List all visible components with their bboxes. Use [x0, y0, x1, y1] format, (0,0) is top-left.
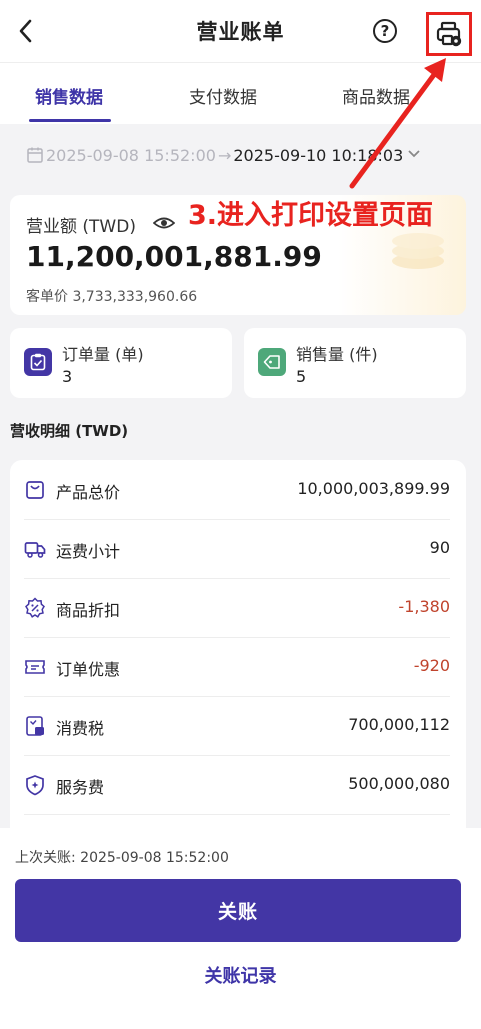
detail-label: 服务费	[56, 778, 105, 797]
product-box-icon	[26, 481, 44, 499]
active-tab-indicator	[29, 119, 111, 122]
date-separator: →	[217, 145, 232, 165]
calendar-icon	[27, 147, 43, 163]
order-count-label: 订单量 (单)	[62, 345, 144, 364]
detail-value: -920	[413, 656, 450, 675]
question-mark-icon: ?	[380, 22, 390, 40]
last-close-info: 上次关账: 2025-09-08 15:52:00	[15, 847, 229, 867]
close-records-link[interactable]: 关账记录	[0, 962, 481, 988]
help-button[interactable]: ?	[373, 19, 397, 43]
revenue-amount: 11,200,001,881.99	[26, 240, 322, 273]
printer-settings-icon	[436, 21, 462, 47]
annotation-text: 3.进入打印设置页面	[188, 200, 434, 231]
detail-row-consumption-tax: 消费税 700,000,112	[24, 696, 450, 756]
tab-payment-data[interactable]: 支付数据	[189, 83, 257, 108]
detail-row-shipping: 运费小计 90	[24, 519, 450, 579]
tab-sales-data[interactable]: 销售数据	[35, 83, 103, 108]
sales-volume-card[interactable]: 销售量 (件) 5	[244, 328, 466, 398]
app-header: 营业账单 ?	[0, 0, 481, 62]
chevron-left-icon	[19, 19, 32, 43]
detail-value: 700,000,112	[348, 715, 450, 734]
coupon-icon	[25, 660, 45, 674]
date-start: 2025-09-08 15:52:00	[46, 145, 216, 165]
detail-row-service-fee: 服务费 500,000,080	[24, 755, 450, 815]
back-button[interactable]	[18, 14, 48, 48]
tab-bar: 销售数据 支付数据 商品数据	[0, 62, 481, 124]
average-order-value: 客单价 3,733,333,960.66	[26, 286, 197, 306]
detail-value: 90	[429, 538, 450, 557]
service-shield-icon	[26, 775, 44, 796]
detail-row-order-discount: 订单优惠 -920	[24, 637, 450, 697]
detail-label: 运费小计	[56, 542, 121, 561]
date-end: 2025-09-10 10:18:03	[233, 145, 404, 165]
discount-badge-icon	[25, 597, 45, 618]
revenue-details-card: 产品总价 10,000,003,899.99 运费小计 90 商品折扣 -1,3…	[10, 460, 466, 840]
detail-row-product-discount: 商品折扣 -1,380	[24, 578, 450, 638]
order-count-value: 3	[62, 367, 73, 386]
footer-panel: 上次关账: 2025-09-08 15:52:00 关账 关账记录	[0, 828, 481, 1029]
detail-value: 10,000,003,899.99	[297, 479, 450, 498]
sales-volume-label: 销售量 (件)	[296, 345, 378, 364]
clipboard-icon	[24, 348, 52, 376]
close-accounts-button[interactable]: 关账	[15, 879, 461, 942]
page-title: 营业账单	[196, 20, 285, 44]
eye-icon[interactable]	[153, 215, 175, 231]
tag-icon	[258, 348, 286, 376]
date-range-picker[interactable]: 2025-09-08 15:52:00 → 2025-09-10 10:18:0…	[26, 143, 421, 167]
revenue-details-title: 营收明细 (TWD)	[10, 422, 129, 440]
sales-volume-value: 5	[296, 367, 307, 386]
tax-receipt-icon	[26, 716, 44, 736]
order-count-card[interactable]: 订单量 (单) 3	[10, 328, 232, 398]
average-order-label: 客单价	[26, 289, 68, 305]
tab-product-data[interactable]: 商品数据	[342, 83, 410, 108]
detail-label: 消费税	[56, 719, 105, 738]
print-settings-button[interactable]	[426, 12, 472, 56]
detail-value: 500,000,080	[348, 774, 450, 793]
detail-row-product-total: 产品总价 10,000,003,899.99	[24, 460, 450, 520]
last-close-label: 上次关账:	[15, 850, 76, 866]
revenue-label: 营业额 (TWD)	[26, 217, 136, 237]
detail-label: 订单优惠	[56, 660, 121, 679]
average-order-amount: 3,733,333,960.66	[72, 289, 198, 305]
detail-label: 产品总价	[56, 483, 121, 502]
last-close-time: 2025-09-08 15:52:00	[80, 850, 229, 866]
chevron-down-icon	[407, 147, 421, 163]
detail-value: -1,380	[398, 597, 450, 616]
truck-icon	[24, 542, 46, 558]
detail-label: 商品折扣	[56, 601, 121, 620]
